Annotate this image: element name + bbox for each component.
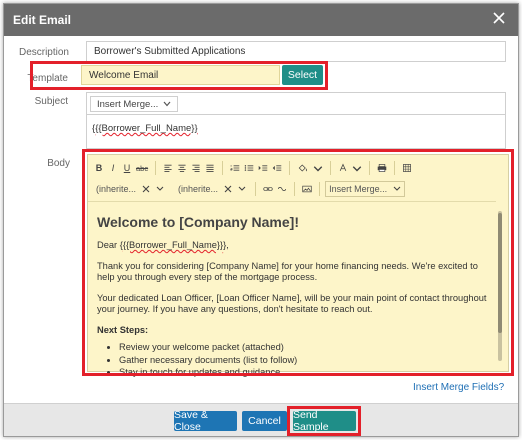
save-close-button[interactable]: Save & Close <box>174 409 237 433</box>
strikethrough-button[interactable]: abc <box>134 160 150 176</box>
subject-insert-merge-label: Insert Merge... <box>97 98 159 110</box>
clear-icon[interactable] <box>224 185 232 193</box>
toolbar-divider <box>255 182 257 196</box>
link-icon[interactable] <box>261 181 275 197</box>
toolbar-divider <box>394 161 396 175</box>
edit-email-dialog: Edit Email Description Borrower's Submit… <box>3 3 519 437</box>
chevron-down-icon[interactable] <box>311 160 325 176</box>
font-size-value: (inherite... <box>178 184 219 194</box>
content-paragraph-2: Your dedicated Loan Officer, [Loan Offic… <box>97 292 487 315</box>
send-sample-button[interactable]: Send Sample <box>293 409 356 433</box>
italic-button[interactable]: I <box>106 160 120 176</box>
outdent-icon[interactable] <box>270 160 284 176</box>
dialog-title: Edit Email <box>13 13 72 27</box>
font-size-dropdown[interactable]: (inherite... <box>174 181 250 197</box>
insert-merge-fields-link[interactable]: Insert Merge Fields? <box>413 382 504 393</box>
toolbar-divider <box>330 161 332 175</box>
content-next-steps-heading: Next Steps: <box>97 324 149 335</box>
align-justify-icon[interactable] <box>203 160 217 176</box>
description-value: Borrower's Submitted Applications <box>94 46 246 57</box>
chevron-down-icon <box>238 186 246 191</box>
subject-input[interactable]: {{{Borrower_Full_Name}} <box>86 115 506 149</box>
indent-icon[interactable] <box>256 160 270 176</box>
editor-toolbar-row-2: (inherite... (inherite... Insert Merge..… <box>92 179 406 199</box>
underline-button[interactable]: U <box>120 160 134 176</box>
body-label: Body <box>47 158 70 169</box>
chevron-down-icon <box>163 101 171 107</box>
unlink-icon[interactable] <box>275 181 289 197</box>
content-paragraph-1: Thank you for considering [Company Name]… <box>97 260 478 283</box>
list-item: Review your welcome packet (attached) <box>119 342 496 354</box>
bulleted-list-icon[interactable] <box>242 160 256 176</box>
font-color-icon[interactable] <box>336 160 350 176</box>
toolbar-divider <box>222 161 224 175</box>
numbered-list-icon[interactable] <box>228 160 242 176</box>
clear-icon[interactable] <box>142 185 150 193</box>
chevron-down-icon[interactable] <box>350 160 364 176</box>
list-item: Gather necessary documents (list to foll… <box>119 355 496 367</box>
chevron-down-icon <box>156 186 164 191</box>
toolbar-divider <box>294 182 296 196</box>
subject-label: Subject <box>34 96 68 107</box>
description-input[interactable]: Borrower's Submitted Applications <box>86 41 506 62</box>
toolbar-divider <box>319 182 321 196</box>
list-item: Stay in touch for updates and guidance <box>119 367 496 379</box>
close-icon[interactable] <box>490 9 508 27</box>
content-greeting: Dear {{{Borrower_Full_Name}}}, <box>97 240 229 250</box>
description-label: Description <box>18 47 69 58</box>
body-editor[interactable]: B I U abc (inherite... (inherite... Inse… <box>87 154 509 377</box>
editor-content[interactable]: Welcome to [Company Name]! Dear {{{Borro… <box>88 201 496 377</box>
content-heading: Welcome to [Company Name]! <box>97 214 299 230</box>
template-input[interactable]: Welcome Email <box>81 65 280 85</box>
toolbar-divider <box>289 161 291 175</box>
scrollbar-thumb[interactable] <box>498 213 502 333</box>
font-family-value: (inherite... <box>96 184 137 194</box>
image-icon[interactable] <box>300 181 314 197</box>
align-center-icon[interactable] <box>175 160 189 176</box>
editor-scrollbar[interactable] <box>497 203 503 369</box>
editor-toolbar-row-1: B I U abc <box>92 158 414 178</box>
align-left-icon[interactable] <box>161 160 175 176</box>
toolbar-divider <box>369 161 371 175</box>
paint-bucket-icon[interactable] <box>295 160 311 176</box>
subject-insert-merge-dropdown[interactable]: Insert Merge... <box>90 96 179 112</box>
font-family-dropdown[interactable]: (inherite... <box>92 181 168 197</box>
table-icon[interactable] <box>400 160 414 176</box>
template-select-button[interactable]: Select <box>282 65 323 85</box>
subject-value: {{{Borrower_Full_Name}} <box>92 123 198 134</box>
print-icon[interactable] <box>375 160 389 176</box>
subject-toolbar: Insert Merge... <box>86 92 506 115</box>
template-label: Template <box>27 73 68 84</box>
body-insert-merge-label: Insert Merge... <box>329 184 388 194</box>
align-right-icon[interactable] <box>189 160 203 176</box>
body-insert-merge-dropdown[interactable]: Insert Merge... <box>325 181 406 197</box>
content-steps-list: Review your welcome packet (attached) Ga… <box>119 342 496 379</box>
bold-button[interactable]: B <box>92 160 106 176</box>
toolbar-divider <box>155 161 157 175</box>
chevron-down-icon <box>393 186 401 191</box>
dialog-titlebar: Edit Email <box>4 4 518 36</box>
cancel-button[interactable]: Cancel <box>242 411 287 431</box>
template-value: Welcome Email <box>89 69 159 81</box>
